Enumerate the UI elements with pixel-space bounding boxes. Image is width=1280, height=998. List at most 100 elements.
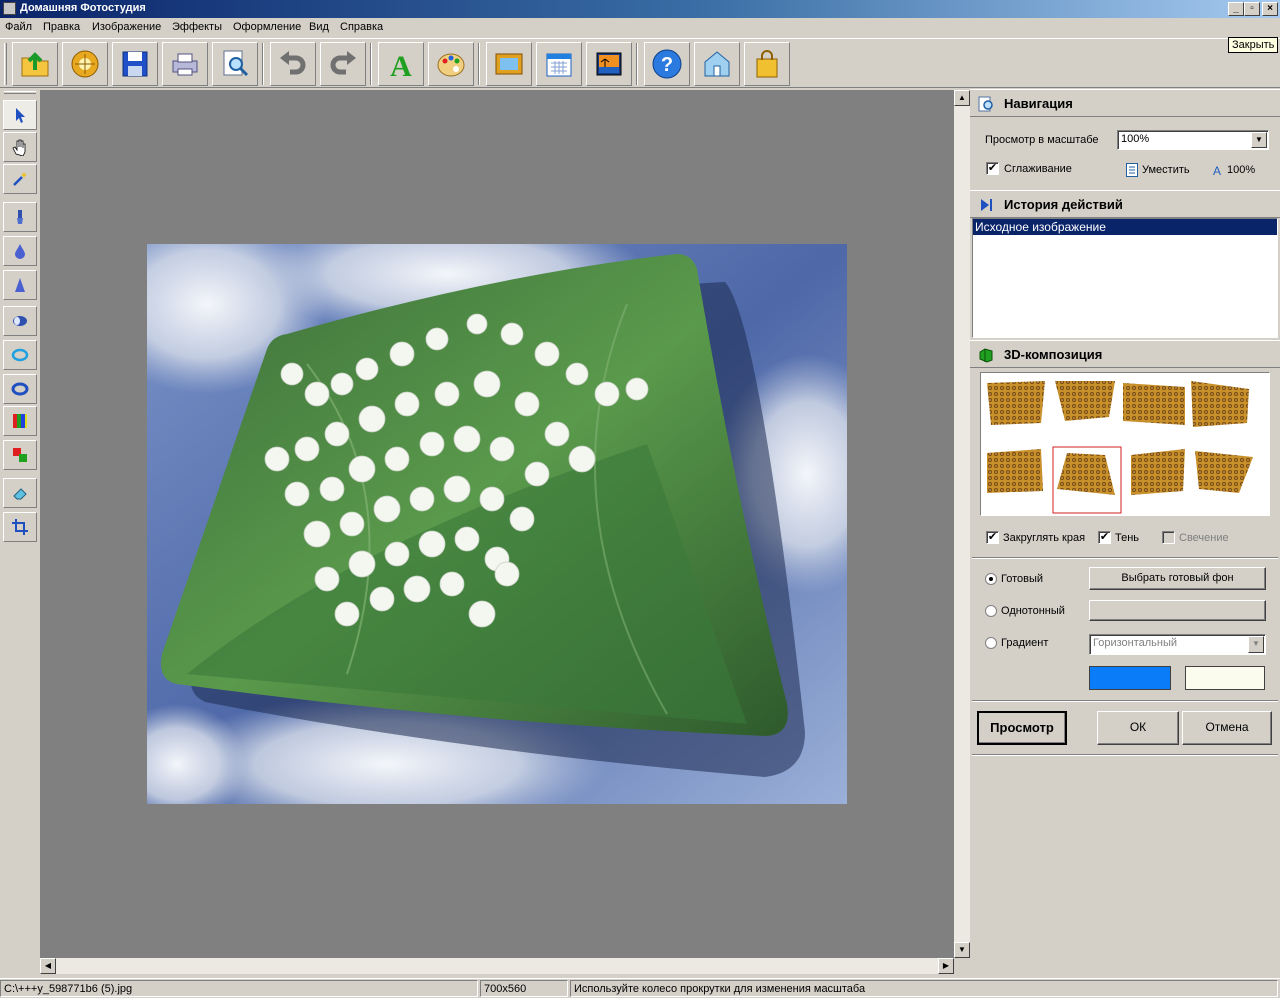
smooth-label: Сглаживание — [1004, 163, 1072, 175]
undo-button[interactable] — [270, 42, 316, 86]
frame-button[interactable] — [486, 42, 532, 86]
calendar-button[interactable] — [536, 42, 582, 86]
divider — [972, 700, 1278, 702]
toolbar-separator — [370, 43, 372, 85]
save-button[interactable] — [112, 42, 158, 86]
thumb-6[interactable] — [1057, 453, 1115, 495]
toolbar-separator — [478, 43, 480, 85]
composition-gallery[interactable] — [980, 372, 1270, 516]
scroll-right-button[interactable]: ▶ — [938, 958, 954, 974]
menu-image[interactable]: Изображение — [92, 21, 161, 33]
navigation-icon — [978, 96, 993, 112]
close-tooltip: Закрыть — [1228, 37, 1279, 53]
thumb-5[interactable] — [987, 449, 1043, 493]
palette-button[interactable] — [428, 42, 474, 86]
zoom-value: 100% — [1121, 133, 1150, 145]
eraser-icon — [13, 488, 27, 500]
composition-icon — [979, 348, 993, 363]
horizontal-scrollbar[interactable]: ◀ ▶ — [40, 958, 954, 974]
solid-color-button[interactable] — [1089, 600, 1266, 621]
brush-tool[interactable] — [3, 202, 37, 232]
glow-label: Свечение — [1179, 532, 1229, 544]
navigation-header[interactable]: Навигация — [970, 89, 1280, 117]
postcard-button[interactable] — [586, 42, 632, 86]
swap-colors-tool[interactable] — [3, 440, 37, 470]
fit-button[interactable]: Уместить — [1126, 162, 1190, 178]
actual-size-icon: A — [1213, 164, 1221, 177]
glow-checkbox[interactable] — [1162, 531, 1175, 544]
zoom-select[interactable]: 100% ▼ — [1117, 130, 1269, 150]
swap-colors-icon — [13, 448, 27, 462]
ready-bg-radio[interactable] — [985, 573, 997, 585]
svg-text:A: A — [1213, 164, 1221, 177]
thumb-4[interactable] — [1191, 381, 1249, 427]
composition-title: 3D-композиция — [1004, 347, 1103, 362]
dropdown-arrow-icon[interactable]: ▼ — [1251, 132, 1267, 148]
shop-button[interactable] — [744, 42, 790, 86]
minimize-button[interactable]: _ — [1228, 2, 1244, 16]
round-edges-checkbox[interactable]: ✔ — [986, 531, 999, 544]
maximize-button[interactable]: ▫ — [1244, 2, 1260, 16]
shop-icon — [756, 50, 778, 78]
thumb-3[interactable] — [1123, 383, 1185, 425]
print-button[interactable] — [162, 42, 208, 86]
help-button[interactable]: ? — [644, 42, 690, 86]
undo-icon — [280, 51, 306, 75]
thumb-1[interactable] — [987, 381, 1045, 425]
menu-file[interactable]: Файл — [5, 21, 32, 33]
redo-button[interactable] — [320, 42, 366, 86]
preview-button[interactable] — [212, 42, 258, 86]
solid-bg-radio[interactable] — [985, 605, 997, 617]
history-item[interactable]: Исходное изображение — [973, 219, 1277, 235]
menu-design[interactable]: Оформление — [233, 21, 301, 33]
menu-edit[interactable]: Правка — [43, 21, 80, 33]
open-icon — [21, 52, 49, 77]
actual-size-button[interactable]: A 100% — [1210, 162, 1255, 178]
preview-effect-button[interactable]: Просмотр — [977, 711, 1067, 745]
actual-size-label: 100% — [1227, 164, 1256, 176]
cancel-button[interactable]: Отмена — [1182, 711, 1272, 745]
menu-help[interactable]: Справка — [340, 21, 383, 33]
vertical-scrollbar[interactable]: ▲ ▼ — [954, 90, 970, 958]
dropdown-arrow-icon[interactable]: ▼ — [1248, 636, 1264, 653]
hand-tool[interactable] — [3, 132, 37, 162]
home-button[interactable] — [694, 42, 740, 86]
close-button[interactable]: × — [1262, 2, 1278, 16]
menu-view[interactable]: Вид — [309, 21, 329, 33]
scroll-left-button[interactable]: ◀ — [40, 958, 56, 974]
magic-wand-tool[interactable] — [3, 164, 37, 194]
drop-tool[interactable] — [3, 236, 37, 266]
crop-tool[interactable] — [3, 512, 37, 542]
history-list[interactable]: Исходное изображение — [972, 218, 1278, 338]
gradient-bg-radio[interactable] — [985, 637, 997, 649]
history-icon — [981, 199, 992, 211]
preview-icon — [223, 50, 249, 77]
gradient-color-2[interactable] — [1185, 666, 1265, 690]
thumb-7[interactable] — [1131, 449, 1185, 495]
oval-tool[interactable] — [3, 374, 37, 404]
ellipse-tool[interactable] — [3, 306, 37, 336]
color-tool[interactable] — [3, 406, 37, 436]
eraser-tool[interactable] — [3, 478, 37, 508]
app-icon — [3, 2, 16, 15]
shadow-checkbox[interactable]: ✔ — [1098, 531, 1111, 544]
gallery-button[interactable] — [62, 42, 108, 86]
text-button[interactable]: A — [378, 42, 424, 86]
open-button[interactable] — [12, 42, 58, 86]
thumb-2[interactable] — [1055, 381, 1115, 421]
menu-effects[interactable]: Эффекты — [172, 21, 222, 33]
smooth-checkbox[interactable]: ✔ — [986, 162, 999, 175]
sharpen-tool[interactable] — [3, 270, 37, 300]
scroll-up-button[interactable]: ▲ — [954, 90, 970, 106]
ring-tool[interactable] — [3, 340, 37, 370]
scroll-down-button[interactable]: ▼ — [954, 942, 970, 958]
pointer-tool[interactable] — [3, 100, 37, 130]
ok-button[interactable]: ОК — [1097, 711, 1179, 745]
gradient-color-1[interactable] — [1089, 666, 1171, 690]
gradient-type-select[interactable]: Горизонтальный ▼ — [1089, 634, 1266, 655]
choose-background-button[interactable]: Выбрать готовый фон — [1089, 567, 1266, 590]
composition-header[interactable]: 3D-композиция — [970, 340, 1280, 368]
hand-icon — [12, 139, 26, 156]
history-header[interactable]: История действий — [970, 190, 1280, 218]
thumb-8[interactable] — [1195, 451, 1253, 493]
